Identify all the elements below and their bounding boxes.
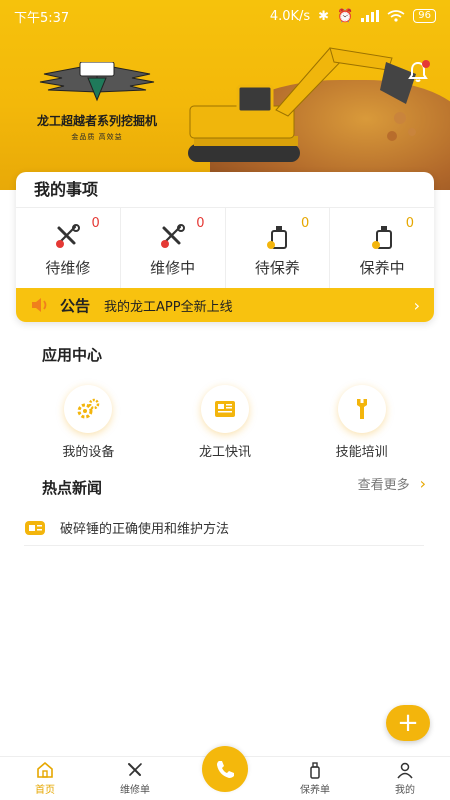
notification-bell-button[interactable] <box>406 60 432 86</box>
view-more-label: 查看更多 <box>357 478 410 493</box>
bottom-navigation: 首页 维修单 保养单 我的 <box>0 746 450 800</box>
wrench-screwdriver-icon <box>160 223 185 248</box>
wifi-icon <box>387 10 405 22</box>
user-icon <box>397 762 413 779</box>
bluetooth-icon: ✱ <box>318 8 330 24</box>
add-button[interactable]: + <box>386 705 430 741</box>
app-icon-circle <box>200 385 249 433</box>
app-icon-circle <box>64 385 113 433</box>
announcement-text: 我的龙工APP全新上线 <box>104 299 233 315</box>
call-button[interactable] <box>202 746 248 792</box>
app-center-title: 应用中心 <box>42 346 103 364</box>
announcement-bar[interactable]: 公告 我的龙工APP全新上线 › <box>16 288 434 322</box>
app-label: 我的设备 <box>62 445 115 460</box>
brand-logo: 龙工超越者系列挖掘机 金品质 高效益 <box>34 61 160 142</box>
nav-repair-orders[interactable]: 维修单 <box>95 761 175 796</box>
excavator-illustration <box>188 47 416 162</box>
nav-call[interactable] <box>185 746 265 796</box>
battery-indicator: 96 <box>413 9 436 23</box>
plus-icon: + <box>397 708 419 738</box>
item-under-maintenance[interactable]: 保养中 0 <box>330 208 434 288</box>
network-speed: 4.0K/s <box>269 8 311 24</box>
item-pending-repair[interactable]: 待维修 0 <box>16 208 121 288</box>
my-items-title: 我的事项 <box>16 172 434 208</box>
hot-news-title: 热点新闻 <box>42 479 103 497</box>
item-pending-maintenance[interactable]: 待保养 0 <box>226 208 331 288</box>
logo-wings-icon <box>39 61 155 102</box>
signal-icon <box>361 10 380 22</box>
app-icon-circle <box>337 385 386 433</box>
home-icon <box>37 761 53 778</box>
nav-label: 维修单 <box>120 785 150 796</box>
status-right: 4.0K/s ✱ ⏰ 96 <box>270 9 436 24</box>
item-label: 保养中 <box>359 258 405 277</box>
chevron-right-icon: › <box>413 295 420 315</box>
app-label: 龙工快讯 <box>198 445 251 460</box>
banner-logo-subtitle: 金品质 高效益 <box>71 133 123 141</box>
chevron-right-icon: › <box>419 474 426 493</box>
oil-can-icon <box>372 225 393 249</box>
nav-label: 首页 <box>35 785 55 796</box>
item-count: 0 <box>300 216 310 231</box>
nav-maintenance-orders[interactable]: 保养单 <box>275 761 355 796</box>
app-my-equipment[interactable]: 我的设备 <box>33 385 143 460</box>
nav-label: 保养单 <box>300 785 330 796</box>
news-list-item[interactable]: 破碎锤的正确使用和维护方法 <box>24 510 424 546</box>
app-center-grid: 我的设备 龙工快讯 技能培训 <box>0 385 450 460</box>
wrench-icon <box>356 399 367 419</box>
oil-can-icon <box>267 225 288 249</box>
item-label: 待维修 <box>45 258 91 277</box>
my-items-grid: 待维修 0 维修中 0 待保养 0 保养中 0 <box>16 208 434 288</box>
news-title: 破碎锤的正确使用和维护方法 <box>60 522 230 537</box>
gears-icon <box>77 398 100 419</box>
item-label: 维修中 <box>150 258 196 277</box>
speaker-icon <box>32 298 47 312</box>
nav-profile[interactable]: 我的 <box>365 761 445 796</box>
phone-icon <box>217 761 234 778</box>
status-time: 下午5:37 <box>14 10 70 26</box>
item-under-repair[interactable]: 维修中 0 <box>121 208 226 288</box>
item-count: 0 <box>196 216 205 231</box>
alarm-icon: ⏰ <box>337 8 354 24</box>
item-label: 待保养 <box>254 258 300 277</box>
news-icon <box>25 520 45 535</box>
newspaper-icon <box>214 401 235 417</box>
announcement-title: 公告 <box>60 296 91 315</box>
item-count: 0 <box>91 216 100 231</box>
my-items-card: 我的事项 待维修 0 维修中 0 待保养 0 保养中 0 公告 我的龙工APP全… <box>16 172 434 322</box>
app-label: 技能培训 <box>335 445 388 460</box>
banner-logo-title: 龙工超越者系列挖掘机 <box>36 114 157 128</box>
wrench-screwdriver-icon <box>128 763 142 776</box>
nav-home[interactable]: 首页 <box>5 761 85 796</box>
nav-label: 我的 <box>395 785 415 796</box>
wrench-screwdriver-icon <box>55 223 80 248</box>
status-bar: 下午5:37 4.0K/s ✱ ⏰ 96 <box>0 0 450 32</box>
app-skill-training[interactable]: 技能培训 <box>307 385 417 460</box>
oil-bottle-icon <box>310 762 320 779</box>
item-count: 0 <box>405 216 414 231</box>
app-longgong-news[interactable]: 龙工快讯 <box>170 385 280 460</box>
notification-dot <box>422 60 430 68</box>
view-more-link[interactable]: 查看更多 › <box>358 474 426 493</box>
